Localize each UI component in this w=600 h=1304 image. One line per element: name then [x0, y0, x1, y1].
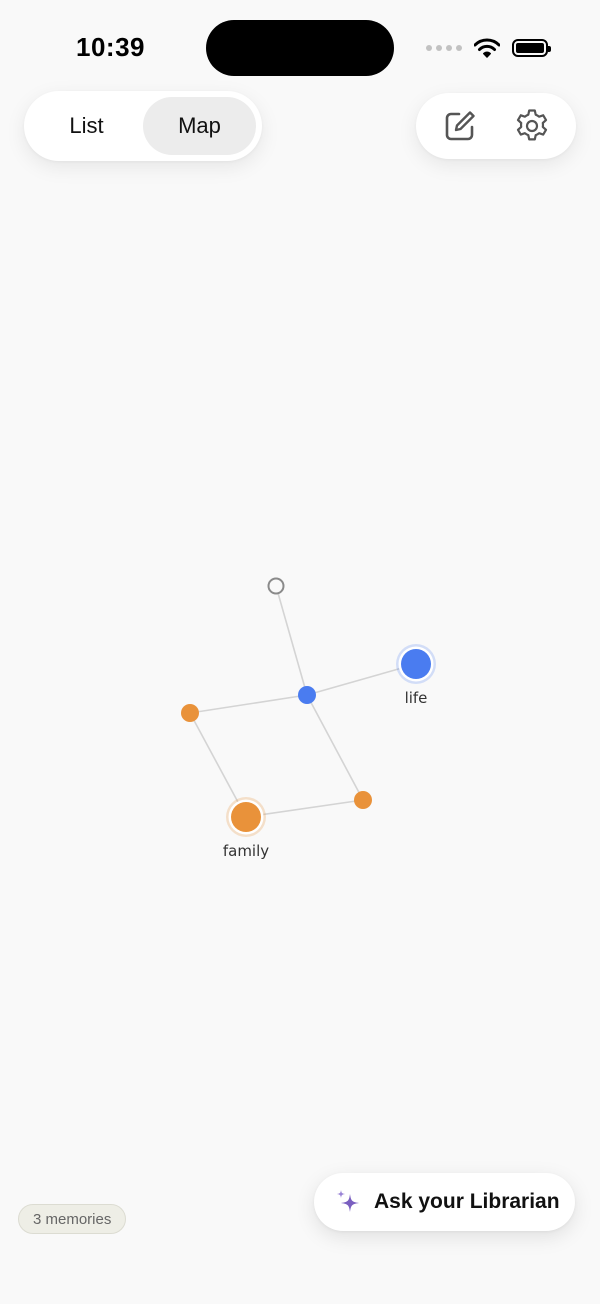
graph-nodes: life family: [181, 577, 436, 860]
memory-map[interactable]: life family: [0, 0, 600, 1304]
tag-label-life: life: [405, 689, 428, 707]
ask-librarian-button[interactable]: Ask your Librarian: [314, 1173, 575, 1231]
tag-node-life[interactable]: [396, 644, 436, 684]
tag-label-family: family: [223, 842, 269, 860]
map-screen: 10:39 List Map life family 3 memories As…: [0, 0, 600, 1304]
memory-node-hub[interactable]: [298, 686, 316, 704]
memory-node-hollow[interactable]: [267, 577, 285, 595]
memory-node-right[interactable]: [354, 791, 372, 809]
tag-node-family[interactable]: [226, 797, 266, 837]
sparkles-icon: [337, 1190, 359, 1212]
edge-hub-orange-left: [189, 694, 308, 714]
memory-node-left[interactable]: [181, 704, 199, 722]
ask-librarian-label: Ask your Librarian: [374, 1190, 560, 1213]
edge-hub-orange-right: [306, 694, 364, 801]
memories-count-badge: 3 memories: [18, 1204, 127, 1234]
edge-hollow-hub: [275, 585, 308, 696]
